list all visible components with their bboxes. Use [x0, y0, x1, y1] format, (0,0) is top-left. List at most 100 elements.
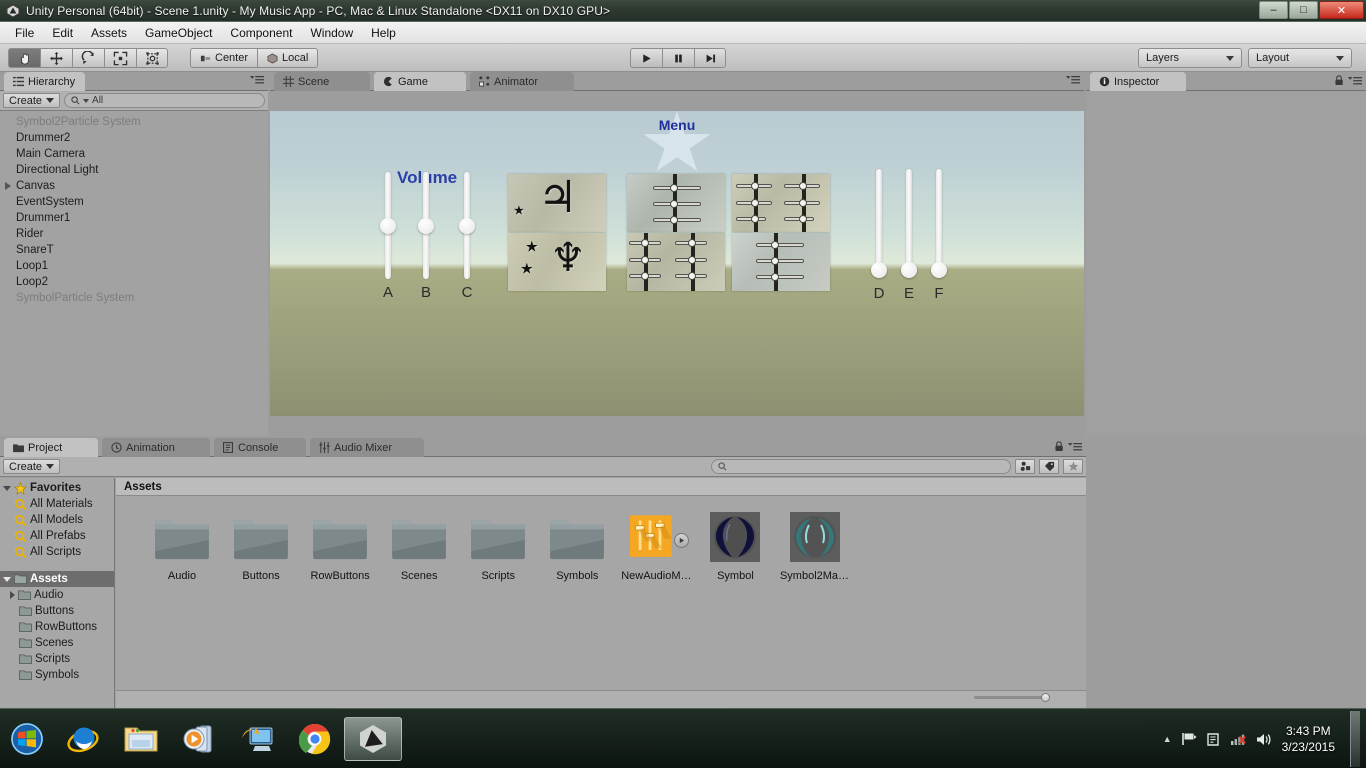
taskbar-chrome[interactable]: [286, 717, 344, 761]
taskbar-internet-explorer[interactable]: [54, 717, 112, 761]
symbol-neptune-button[interactable]: ★ ★ ♆: [508, 233, 606, 291]
maximize-button[interactable]: □: [1289, 1, 1318, 19]
favorite-button[interactable]: [1063, 459, 1083, 474]
network-icon[interactable]: [1230, 732, 1247, 746]
asset-zoom-handle[interactable]: [1041, 693, 1050, 702]
layers-dropdown[interactable]: Layers: [1138, 48, 1242, 68]
tree-item-all-scripts[interactable]: All Scripts: [0, 544, 114, 560]
slider-d-track[interactable]: [876, 169, 882, 271]
scale-tool-button[interactable]: [104, 48, 136, 68]
hierarchy-item-canvas[interactable]: Canvas: [0, 178, 268, 194]
tree-item-favorites[interactable]: Favorites: [0, 480, 114, 496]
filter-by-type-button[interactable]: [1015, 459, 1035, 474]
volume-icon[interactable]: [1256, 732, 1273, 747]
tab-project[interactable]: Project: [4, 438, 98, 457]
show-desktop-button[interactable]: [1350, 711, 1360, 767]
hierarchy-search-input[interactable]: All: [64, 93, 265, 108]
minimize-button[interactable]: –: [1259, 1, 1288, 19]
row-button-4[interactable]: [732, 233, 830, 291]
close-button[interactable]: ✕: [1319, 1, 1364, 19]
breadcrumb[interactable]: Assets: [116, 478, 1086, 496]
rotate-tool-button[interactable]: [72, 48, 104, 68]
tree-item-assets[interactable]: Assets: [0, 571, 114, 587]
tab-hierarchy[interactable]: Hierarchy: [4, 72, 86, 91]
hierarchy-item-drummer2[interactable]: Drummer2: [0, 130, 268, 146]
hierarchy-tab-tools[interactable]: [250, 75, 264, 85]
menu-gameobject[interactable]: GameObject: [136, 24, 221, 42]
row-button-2[interactable]: [732, 174, 830, 232]
taskbar-remote-desktop[interactable]: [228, 717, 286, 761]
step-button[interactable]: [694, 48, 726, 68]
asset-item-scenes[interactable]: Scenes: [381, 511, 457, 582]
play-button[interactable]: [630, 48, 662, 68]
asset-item-newaudiomixer[interactable]: NewAudioM…: [618, 511, 694, 582]
asset-item-buttons[interactable]: Buttons: [223, 511, 299, 582]
slider-f-handle[interactable]: [931, 262, 947, 278]
hierarchy-item-loop2[interactable]: Loop2: [0, 274, 268, 290]
handle-mode-button[interactable]: Local: [257, 48, 319, 68]
tree-item-scenes[interactable]: Scenes: [0, 635, 114, 651]
menu-window[interactable]: Window: [301, 24, 362, 42]
tab-inspector[interactable]: Inspector: [1090, 72, 1186, 91]
tree-item-all-materials[interactable]: All Materials: [0, 496, 114, 512]
asset-zoom-slider[interactable]: [974, 696, 1044, 699]
game-tab-tools[interactable]: [1066, 75, 1080, 85]
move-tool-button[interactable]: [40, 48, 72, 68]
slider-b-handle[interactable]: [418, 218, 434, 234]
menu-help[interactable]: Help: [362, 24, 405, 42]
hierarchy-item-directional-light[interactable]: Directional Light: [0, 162, 268, 178]
taskbar-media-player[interactable]: [170, 717, 228, 761]
slider-f-track[interactable]: [936, 169, 942, 271]
taskbar-unity[interactable]: [344, 716, 402, 761]
row-button-1[interactable]: [627, 174, 725, 232]
project-tab-tools[interactable]: [1054, 441, 1082, 452]
row-button-3[interactable]: [627, 233, 725, 291]
tab-animation[interactable]: Animation: [102, 438, 210, 457]
tree-item-audio[interactable]: Audio: [0, 587, 114, 603]
menu-component[interactable]: Component: [221, 24, 301, 42]
asset-item-symbols[interactable]: Symbols: [539, 511, 615, 582]
collapse-arrow-icon[interactable]: [3, 576, 11, 582]
show-hidden-icons-button[interactable]: ▲: [1163, 734, 1172, 744]
action-center-icon[interactable]: [1206, 732, 1221, 747]
slider-d-handle[interactable]: [871, 262, 887, 278]
tree-item-all-prefabs[interactable]: All Prefabs: [0, 528, 114, 544]
tab-game[interactable]: Game: [374, 72, 466, 91]
inspector-tab-tools[interactable]: [1334, 75, 1362, 86]
menu-edit[interactable]: Edit: [43, 24, 82, 42]
filter-by-label-button[interactable]: [1039, 459, 1059, 474]
menu-button[interactable]: Menu: [642, 111, 712, 177]
expand-arrow-icon[interactable]: [10, 591, 15, 599]
taskbar-clock[interactable]: 3:43 PM 3/23/2015: [1282, 723, 1335, 755]
asset-item-audio[interactable]: Audio: [144, 511, 220, 582]
tab-scene[interactable]: Scene: [274, 72, 370, 91]
hierarchy-item-symbol2particle-system[interactable]: Symbol2Particle System: [0, 114, 268, 130]
hierarchy-item-symbolparticle-system[interactable]: SymbolParticle System: [0, 290, 268, 306]
menu-file[interactable]: File: [6, 24, 43, 42]
taskbar-file-explorer[interactable]: [112, 717, 170, 761]
game-render-area[interactable]: Volume Menu A B: [270, 91, 1084, 436]
menu-assets[interactable]: Assets: [82, 24, 136, 42]
collapse-arrow-icon[interactable]: [3, 485, 11, 491]
hierarchy-item-rider[interactable]: Rider: [0, 226, 268, 242]
flag-icon[interactable]: [1181, 732, 1197, 746]
tab-audio-mixer[interactable]: Audio Mixer: [310, 438, 424, 457]
slider-e-track[interactable]: [906, 169, 912, 271]
asset-item-rowbuttons[interactable]: RowButtons: [302, 511, 378, 582]
project-create-button[interactable]: Create: [3, 459, 61, 474]
expand-arrow-icon[interactable]: [5, 182, 11, 190]
tree-item-all-models[interactable]: All Models: [0, 512, 114, 528]
rect-tool-button[interactable]: [136, 48, 168, 68]
layout-dropdown[interactable]: Layout: [1248, 48, 1352, 68]
hierarchy-item-drummer1[interactable]: Drummer1: [0, 210, 268, 226]
tree-item-symbols[interactable]: Symbols: [0, 667, 114, 683]
start-button[interactable]: [0, 717, 54, 761]
symbol-jupiter-button[interactable]: ★ ♃: [508, 174, 606, 232]
tree-item-scripts[interactable]: Scripts: [0, 651, 114, 667]
pause-button[interactable]: [662, 48, 694, 68]
pivot-mode-button[interactable]: Center: [190, 48, 258, 68]
tab-animator[interactable]: Animator: [470, 72, 574, 91]
slider-c-handle[interactable]: [459, 218, 475, 234]
project-search-input[interactable]: [711, 459, 1011, 474]
tree-item-buttons[interactable]: Buttons: [0, 603, 114, 619]
